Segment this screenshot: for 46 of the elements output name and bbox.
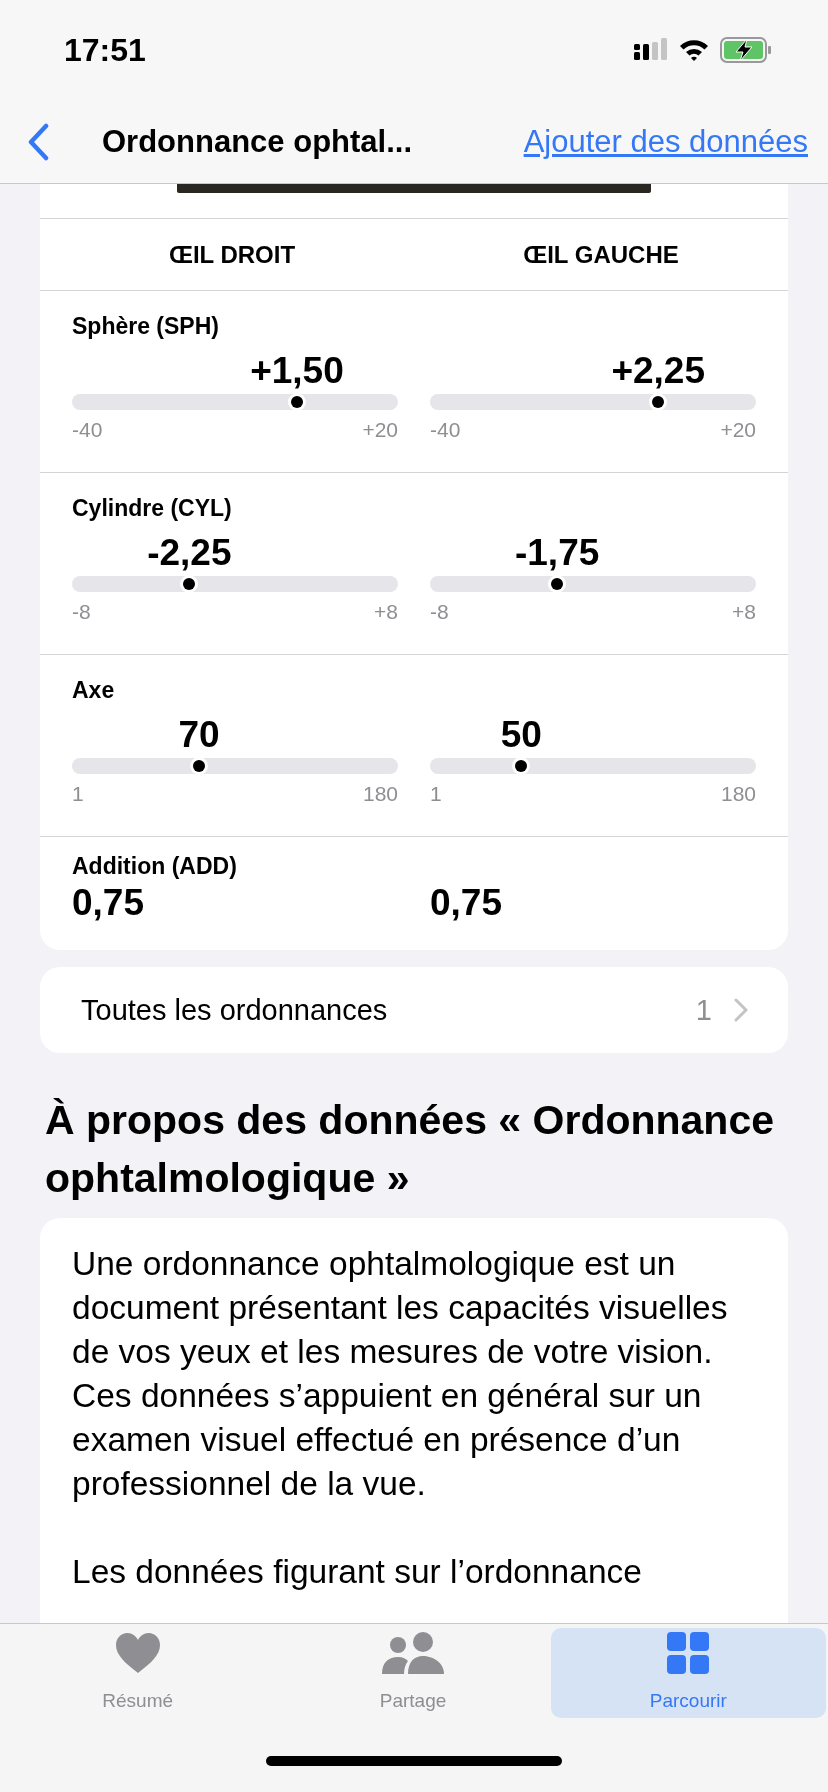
grid-icon	[667, 1632, 710, 1674]
back-chevron-icon[interactable]	[26, 123, 50, 161]
tab[interactable]: Résumé	[0, 1628, 276, 1718]
nav-title: Ordonnance ophtal...	[102, 124, 413, 160]
range-max: 180	[720, 782, 756, 806]
range-min: -40	[430, 418, 461, 442]
slider-value: +2,25	[611, 350, 705, 392]
column-header: ŒIL DROIT	[167, 240, 297, 269]
range-min: -8	[430, 600, 449, 624]
row-count: 1	[695, 993, 712, 1027]
range-min: 1	[430, 782, 442, 806]
add-data-link[interactable]: Ajouter des données	[523, 124, 808, 160]
status-time: 17:51	[64, 31, 146, 69]
section-heading: À propos des données « Ordonnance ophtalmologique »	[45, 1096, 775, 1203]
column-header: ŒIL GAUCHE	[522, 240, 680, 269]
range-max: +20	[720, 418, 756, 442]
measure-label: Cylindre (CYL)	[72, 495, 232, 522]
measure-label: Sphère (SPH)	[72, 313, 219, 340]
signal-icon	[634, 38, 668, 62]
slider-value: -1,75	[514, 532, 600, 574]
range-min: -40	[72, 418, 103, 442]
measure-label: Axe	[72, 677, 115, 704]
range-min: 1	[72, 782, 84, 806]
tab[interactable]: Parcourir	[550, 1628, 826, 1718]
range-max: +8	[732, 600, 756, 624]
battery-charging-icon	[720, 37, 772, 63]
about-paragraph: Les données figurant sur l’ordonnance	[72, 1552, 643, 1592]
heart-icon	[114, 1632, 161, 1674]
slider-value: 50	[500, 714, 542, 756]
measure-value: 0,75	[72, 882, 144, 924]
slider-value: -2,25	[147, 532, 232, 574]
range-max: 180	[362, 782, 398, 806]
slider-value: 70	[178, 714, 220, 756]
all-prescriptions-row[interactable]: Toutes les ordonnances 1	[40, 967, 788, 1053]
range-min: -8	[72, 600, 91, 624]
range-max: +8	[374, 600, 398, 624]
slider-value: +1,50	[250, 350, 344, 392]
chevron-right-icon	[734, 998, 748, 1022]
range-max: +20	[362, 418, 398, 442]
measure-value: 0,75	[430, 882, 502, 924]
tab[interactable]: Partage	[275, 1628, 551, 1718]
people-icon	[381, 1632, 445, 1674]
row-label: Toutes les ordonnances	[81, 993, 389, 1027]
measure-label: Addition (ADD)	[72, 853, 237, 880]
wifi-icon	[678, 38, 710, 62]
about-paragraph: Une ordonnance ophtalmologique est un document présentant les capacités visuelles de vos yeux et les mesures de votre vision. Ces données s’appuient en général sur un examen visuel effectué en présence d’un professionnel de la vue.	[72, 1244, 729, 1504]
